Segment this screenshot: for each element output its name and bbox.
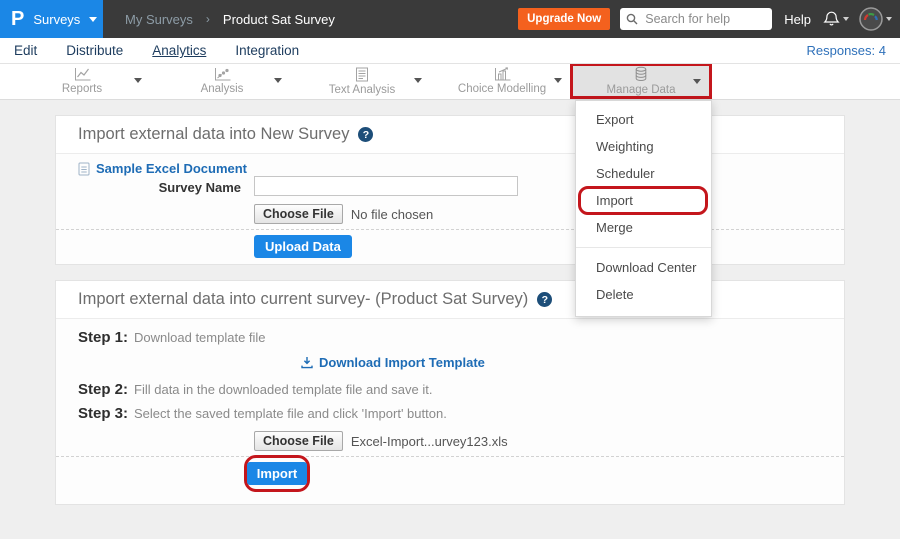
page: P Surveys My Surveys › Product Sat Surve…: [0, 0, 900, 539]
brand-logo: P: [11, 0, 24, 38]
section-title: Import external data into current survey…: [78, 290, 528, 309]
file-status-text: Excel-Import...urvey123.xls: [351, 434, 508, 449]
toolbar-item-label: Reports: [62, 83, 102, 95]
chevron-down-icon: [89, 17, 97, 22]
sample-excel-row: Sample Excel Document: [78, 161, 247, 181]
trend-chart-icon: [214, 67, 231, 81]
step-3-row: Step 3: Select the saved template file a…: [78, 405, 447, 422]
breadcrumb-my-surveys[interactable]: My Surveys: [125, 12, 193, 27]
step-2-text: Fill data in the downloaded template fil…: [134, 382, 432, 397]
responses-count[interactable]: Responses: 4: [807, 43, 887, 58]
upload-data-button[interactable]: Upload Data: [254, 235, 352, 258]
menu-item-import[interactable]: Import: [576, 187, 711, 214]
menu-item-scheduler[interactable]: Scheduler: [576, 160, 711, 187]
current-survey-file-picker: Choose File Excel-Import...urvey123.xls: [254, 431, 508, 451]
avatar: [859, 7, 883, 31]
help-link[interactable]: Help: [784, 12, 811, 27]
chevron-down-icon: [843, 17, 849, 21]
bell-icon: [823, 10, 840, 28]
toolbar-item-label: Text Analysis: [329, 84, 395, 96]
toolbar-item-choice-modelling[interactable]: Choice Modelling: [432, 64, 572, 98]
toolbar-item-reports[interactable]: Reports: [12, 64, 152, 98]
chevron-down-icon[interactable]: [274, 78, 282, 83]
download-import-template-label: Download Import Template: [319, 355, 485, 370]
toolbar-item-text-analysis[interactable]: Text Analysis: [292, 64, 432, 98]
document-icon: [355, 67, 369, 82]
upgrade-now-button[interactable]: Upgrade Now: [518, 8, 610, 30]
sample-excel-link[interactable]: Sample Excel Document: [78, 161, 247, 176]
section-title: Import external data into New Survey: [78, 125, 349, 144]
step-2-row: Step 2: Fill data in the downloaded temp…: [78, 381, 432, 398]
file-status-text: No file chosen: [351, 207, 433, 222]
step-3-label: Step 3:: [78, 405, 128, 422]
survey-name-input[interactable]: [254, 176, 518, 196]
database-icon: [633, 66, 649, 82]
survey-name-label: Survey Name: [56, 180, 241, 195]
import-button[interactable]: Import: [247, 462, 307, 485]
toolbar-item-label: Manage Data: [606, 84, 675, 96]
tab-integration[interactable]: Integration: [235, 43, 299, 58]
menu-item-export[interactable]: Export: [576, 106, 711, 133]
chevron-down-icon: [886, 17, 892, 21]
menu-item-download-center[interactable]: Download Center: [576, 254, 711, 281]
download-icon: [301, 356, 313, 369]
step-1-row: Step 1: Download template file: [78, 329, 266, 346]
help-icon[interactable]: ?: [358, 127, 373, 142]
divider: [56, 229, 844, 230]
import-current-survey-header: Import external data into current survey…: [56, 281, 844, 319]
choose-file-button[interactable]: Choose File: [254, 204, 343, 224]
import-current-survey-card: Import external data into current survey…: [55, 280, 845, 505]
chevron-down-icon[interactable]: [693, 79, 701, 84]
product-switcher[interactable]: P Surveys: [0, 0, 103, 38]
tab-analytics[interactable]: Analytics: [152, 43, 206, 58]
tab-distribute[interactable]: Distribute: [66, 43, 123, 58]
divider: [56, 456, 844, 457]
sample-excel-link-label: Sample Excel Document: [96, 161, 247, 176]
toolbar-item-label: Choice Modelling: [458, 83, 546, 95]
import-new-survey-header: Import external data into New Survey ?: [56, 116, 844, 154]
toolbar-item-analysis[interactable]: Analysis: [152, 64, 292, 98]
step-1-text: Download template file: [134, 330, 266, 345]
chevron-down-icon[interactable]: [414, 78, 422, 83]
choose-file-button[interactable]: Choose File: [254, 431, 343, 451]
product-switcher-label: Surveys: [33, 12, 80, 27]
help-search-box[interactable]: [620, 8, 772, 30]
step-3-text: Select the saved template file and click…: [134, 406, 447, 421]
menu-item-merge[interactable]: Merge: [576, 214, 711, 241]
annotation-highlight-import-button: Import: [244, 455, 310, 492]
analytics-toolbar: Reports Analysis Text Analysis: [0, 64, 900, 100]
new-survey-file-picker: Choose File No file chosen: [254, 204, 433, 224]
menu-item-import-label: Import: [596, 193, 633, 208]
chevron-down-icon[interactable]: [134, 78, 142, 83]
breadcrumb: My Surveys › Product Sat Survey: [125, 12, 335, 27]
chevron-down-icon[interactable]: [554, 78, 562, 83]
manage-data-dropdown: Export Weighting Scheduler Import Merge …: [575, 100, 712, 317]
step-1-label: Step 1:: [78, 329, 128, 346]
help-search-input[interactable]: [643, 11, 766, 27]
step-2-label: Step 2:: [78, 381, 128, 398]
breadcrumb-current-survey: Product Sat Survey: [223, 12, 335, 27]
survey-nav: Edit Distribute Analytics Integration Re…: [0, 38, 900, 64]
top-bar: P Surveys My Surveys › Product Sat Surve…: [0, 0, 900, 38]
menu-divider: [576, 247, 711, 248]
notifications-button[interactable]: [823, 10, 849, 28]
breadcrumb-separator-icon: ›: [206, 12, 210, 26]
search-icon: [626, 13, 638, 25]
line-chart-icon: [74, 67, 91, 81]
import-new-survey-card: Import external data into New Survey ? S…: [55, 115, 845, 265]
menu-item-weighting[interactable]: Weighting: [576, 133, 711, 160]
bar-chart-icon: [494, 67, 511, 81]
help-icon[interactable]: ?: [537, 292, 552, 307]
menu-item-delete[interactable]: Delete: [576, 281, 711, 308]
download-import-template-link[interactable]: Download Import Template: [301, 355, 485, 370]
account-menu-button[interactable]: [859, 7, 892, 31]
tab-edit[interactable]: Edit: [14, 43, 37, 58]
toolbar-item-manage-data[interactable]: Manage Data: [570, 63, 712, 99]
excel-file-icon: [78, 162, 90, 176]
toolbar-item-label: Analysis: [201, 83, 244, 95]
download-template-row: Download Import Template: [301, 355, 485, 374]
